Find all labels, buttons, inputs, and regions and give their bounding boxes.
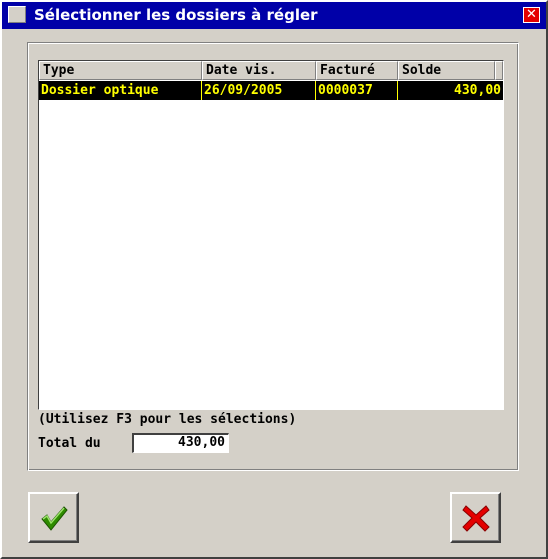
cancel-button[interactable] <box>450 492 501 543</box>
column-header-filler <box>495 61 503 80</box>
grid-header: Type Date vis. Facturé Solde <box>39 61 503 80</box>
title-bar[interactable]: Sélectionner les dossiers à régler ✕ <box>2 2 546 29</box>
column-header-solde[interactable]: Solde <box>398 61 495 80</box>
cell-solde: 430,00 <box>454 83 501 98</box>
window-icon <box>8 6 26 23</box>
cell-facture: 0000037 <box>316 81 398 100</box>
column-header-date[interactable]: Date vis. <box>202 61 316 80</box>
total-label: Total du <box>38 436 101 451</box>
dossiers-grid[interactable]: Type Date vis. Facturé Solde Dossier opt… <box>38 60 504 410</box>
column-header-facture[interactable]: Facturé <box>316 61 398 80</box>
selection-hint: (Utilisez F3 pour les sélections) <box>38 412 297 427</box>
cross-icon <box>462 505 490 532</box>
close-icon[interactable]: ✕ <box>523 7 540 23</box>
window-title: Sélectionner les dossiers à régler <box>34 6 318 24</box>
column-header-type[interactable]: Type <box>39 61 202 80</box>
cell-date: 26/09/2005 <box>202 81 316 100</box>
checkmark-icon <box>41 506 68 531</box>
dialog-window: Sélectionner les dossiers à régler ✕ Typ… <box>0 0 548 559</box>
table-row[interactable]: Dossier optique 26/09/2005 0000037 430,0… <box>39 81 503 100</box>
ok-button[interactable] <box>28 492 79 543</box>
total-field: 430,00 <box>132 433 229 453</box>
cell-type: Dossier optique <box>39 81 202 100</box>
